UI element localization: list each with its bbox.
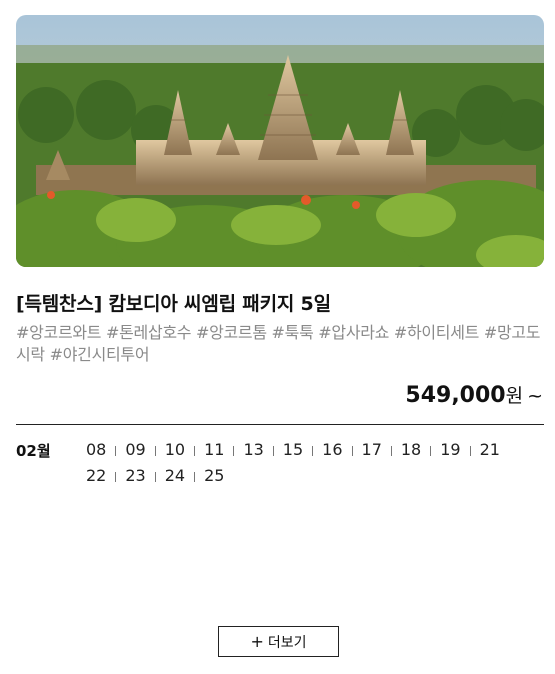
departure-date[interactable]: 25	[204, 465, 224, 487]
date-separator	[233, 445, 235, 456]
departure-date[interactable]: 16	[322, 439, 361, 461]
departure-date[interactable]: 10	[165, 439, 204, 461]
date-separator	[154, 445, 156, 456]
price-unit: 원	[505, 385, 524, 407]
departure-date[interactable]: 18	[401, 439, 440, 461]
departure-date-list: 08 09 10 11 13 15 16 17 18 19 21 22 23 2…	[86, 439, 546, 487]
price-suffix: ~	[527, 385, 543, 407]
date-separator	[194, 445, 196, 456]
departure-date[interactable]: 17	[362, 439, 401, 461]
departure-date[interactable]: 13	[243, 439, 282, 461]
temple-photo	[16, 15, 544, 267]
departure-date[interactable]: 21	[480, 439, 500, 461]
more-button[interactable]: + 더보기	[218, 626, 339, 657]
date-separator	[154, 471, 156, 482]
date-separator	[351, 445, 353, 456]
departure-date[interactable]: 15	[283, 439, 322, 461]
date-separator	[115, 445, 117, 456]
more-button-label: 더보기	[267, 634, 307, 651]
date-separator	[194, 471, 196, 482]
departure-date[interactable]: 08	[86, 439, 125, 461]
date-separator	[312, 445, 314, 456]
product-tags: #앙코르와트 #톤레삽호수 #앙코르톰 #툭툭 #압사라쇼 #하이티세트 #망고…	[16, 323, 541, 364]
date-separator	[115, 471, 117, 482]
departure-date[interactable]: 24	[165, 465, 204, 487]
product-image[interactable]	[16, 15, 544, 267]
price-amount: 549,000	[405, 383, 506, 408]
price: 549,000원 ~	[405, 381, 543, 408]
date-separator	[430, 445, 432, 456]
date-separator	[469, 445, 471, 456]
divider	[16, 424, 544, 425]
departure-date[interactable]: 23	[125, 465, 164, 487]
plus-icon: +	[250, 631, 264, 651]
departure-date[interactable]: 22	[86, 465, 125, 487]
departure-date[interactable]: 19	[440, 439, 479, 461]
product-title[interactable]: [득템찬스] 캄보디아 씨엠립 패키지 5일	[16, 289, 546, 316]
date-separator	[390, 445, 392, 456]
departure-date[interactable]: 11	[204, 439, 243, 461]
schedule-month: 02월	[16, 442, 51, 460]
date-separator	[272, 445, 274, 456]
departure-date[interactable]: 09	[125, 439, 164, 461]
